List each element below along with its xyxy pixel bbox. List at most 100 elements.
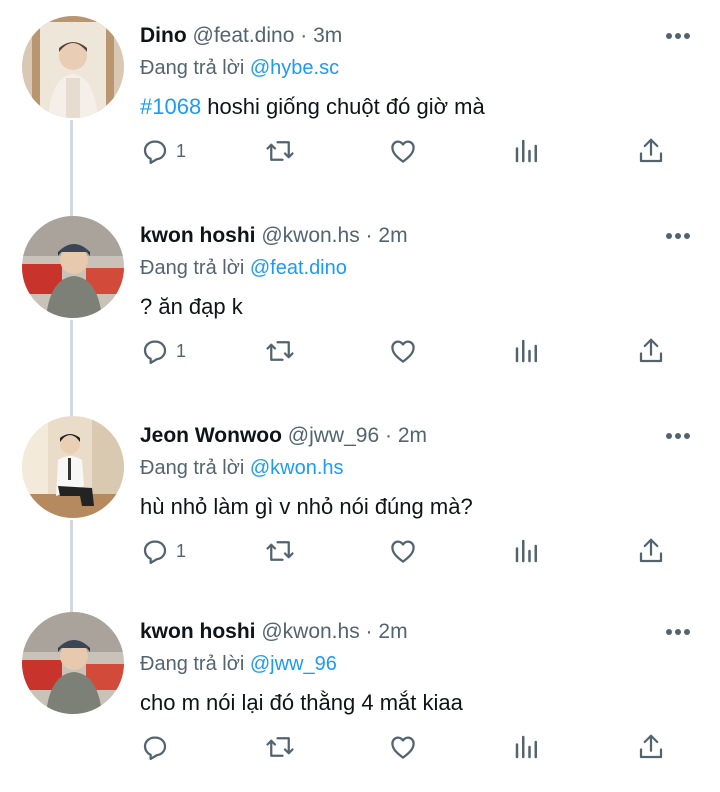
share-icon (639, 138, 663, 163)
reply-icon (143, 736, 167, 760)
heart-icon (391, 540, 415, 563)
share-button[interactable] (636, 730, 666, 764)
hashtag-link[interactable]: #1068 (140, 94, 201, 119)
like-button[interactable] (388, 334, 418, 368)
reply-count: 1 (176, 140, 187, 161)
timestamp[interactable]: 2m (378, 224, 407, 247)
heart-icon (391, 736, 415, 759)
user-handle[interactable]: @kwon.hs (261, 224, 359, 247)
replying-to-mention[interactable]: @kwon.hs (250, 457, 344, 479)
reply-icon (143, 140, 167, 164)
tweet-actions: 1 (140, 134, 690, 168)
timestamp[interactable]: 2m (378, 620, 407, 643)
reply-button[interactable]: 1 (140, 334, 186, 368)
views-button[interactable] (512, 534, 542, 568)
tweet-header: Jeon Wonwoo @jww_96 · 2m (140, 422, 427, 450)
tweet-header: kwon hoshi @kwon.hs · 2m (140, 618, 408, 646)
reply-button[interactable]: 1 (140, 134, 186, 168)
separator-dot: · (365, 620, 373, 643)
tweet[interactable]: kwon hoshi @kwon.hs · 2m Đang trả lời @f… (0, 200, 720, 396)
views-icon (515, 539, 537, 563)
tweet[interactable]: kwon hoshi @kwon.hs · 2m Đang trả lời @j… (0, 596, 720, 792)
display-name[interactable]: Jeon Wonwoo (140, 424, 282, 447)
user-handle[interactable]: @jww_96 (288, 424, 379, 447)
views-button[interactable] (512, 134, 542, 168)
replying-to-label: Đang trả lời (140, 257, 245, 279)
like-button[interactable] (388, 534, 418, 568)
more-icon[interactable] (664, 222, 692, 250)
tweet-text: cho m nói lại đó thằng 4 mắt kiaa (140, 688, 463, 718)
replying-to: Đang trả lời @jww_96 (140, 650, 337, 678)
tweet-text-content: hù nhỏ làm gì v nhỏ nói đúng mà? (140, 494, 473, 519)
separator-dot: · (365, 224, 373, 247)
separator-dot: · (384, 424, 392, 447)
heart-icon (391, 340, 415, 363)
share-icon (639, 538, 663, 563)
reply-count: 1 (176, 340, 187, 361)
display-name[interactable]: Dino (140, 24, 187, 47)
tweet[interactable]: Dino @feat.dino · 3m Đang trả lời @hybe.… (0, 0, 720, 196)
user-handle[interactable]: @kwon.hs (261, 620, 359, 643)
retweet-icon (266, 737, 294, 757)
views-icon (515, 735, 537, 759)
like-button[interactable] (388, 730, 418, 764)
views-button[interactable] (512, 730, 542, 764)
tweet-text-content: ? ăn đạp k (140, 294, 243, 319)
avatar-kwon-hoshi[interactable] (22, 612, 124, 714)
retweet-button[interactable] (264, 534, 296, 568)
reply-button[interactable] (140, 730, 176, 764)
avatar-dino[interactable] (22, 16, 124, 118)
tweet-actions: 1 (140, 334, 690, 368)
heart-icon (391, 140, 415, 163)
more-icon[interactable] (664, 422, 692, 450)
reply-icon (143, 540, 167, 564)
display-name[interactable]: kwon hoshi (140, 620, 256, 643)
more-icon[interactable] (664, 22, 692, 50)
tweet-text: #1068 hoshi giống chuột đó giờ mà (140, 92, 485, 122)
retweet-button[interactable] (264, 730, 296, 764)
tweet-actions (140, 730, 690, 764)
replying-to-label: Đang trả lời (140, 457, 245, 479)
retweet-icon (266, 141, 294, 161)
reply-button[interactable]: 1 (140, 534, 186, 568)
replying-to-label: Đang trả lời (140, 653, 245, 675)
like-button[interactable] (388, 134, 418, 168)
replying-to-label: Đang trả lời (140, 57, 245, 79)
replying-to: Đang trả lời @hybe.sc (140, 54, 339, 82)
tweet[interactable]: Jeon Wonwoo @jww_96 · 2m Đang trả lời @k… (0, 400, 720, 596)
share-icon (639, 734, 663, 759)
retweet-button[interactable] (264, 334, 296, 368)
tweet-text-content: cho m nói lại đó thằng 4 mắt kiaa (140, 690, 463, 715)
tweet-text-content: hoshi giống chuột đó giờ mà (201, 94, 485, 119)
views-button[interactable] (512, 334, 542, 368)
tweet-header: Dino @feat.dino · 3m (140, 22, 342, 50)
user-handle[interactable]: @feat.dino (193, 24, 295, 47)
separator-dot: · (300, 24, 308, 47)
share-icon (639, 338, 663, 363)
tweet-text: hù nhỏ làm gì v nhỏ nói đúng mà? (140, 492, 473, 522)
share-button[interactable] (636, 134, 666, 168)
more-icon[interactable] (664, 618, 692, 646)
tweet-actions: 1 (140, 534, 690, 568)
display-name[interactable]: kwon hoshi (140, 224, 256, 247)
replying-to: Đang trả lời @kwon.hs (140, 454, 344, 482)
views-icon (515, 139, 537, 163)
retweet-icon (266, 541, 294, 561)
reply-count: 1 (176, 540, 187, 561)
share-button[interactable] (636, 534, 666, 568)
avatar-jeon-wonwoo[interactable] (22, 416, 124, 518)
timestamp[interactable]: 3m (313, 24, 342, 47)
retweet-icon (266, 341, 294, 361)
share-button[interactable] (636, 334, 666, 368)
reply-icon (143, 340, 167, 364)
replying-to: Đang trả lời @feat.dino (140, 254, 347, 282)
avatar-kwon-hoshi[interactable] (22, 216, 124, 318)
replying-to-mention[interactable]: @jww_96 (250, 653, 337, 675)
tweet-header: kwon hoshi @kwon.hs · 2m (140, 222, 408, 250)
retweet-button[interactable] (264, 134, 296, 168)
timestamp[interactable]: 2m (398, 424, 427, 447)
views-icon (515, 339, 537, 363)
replying-to-mention[interactable]: @feat.dino (250, 257, 347, 279)
replying-to-mention[interactable]: @hybe.sc (250, 57, 339, 79)
tweet-text: ? ăn đạp k (140, 292, 243, 322)
